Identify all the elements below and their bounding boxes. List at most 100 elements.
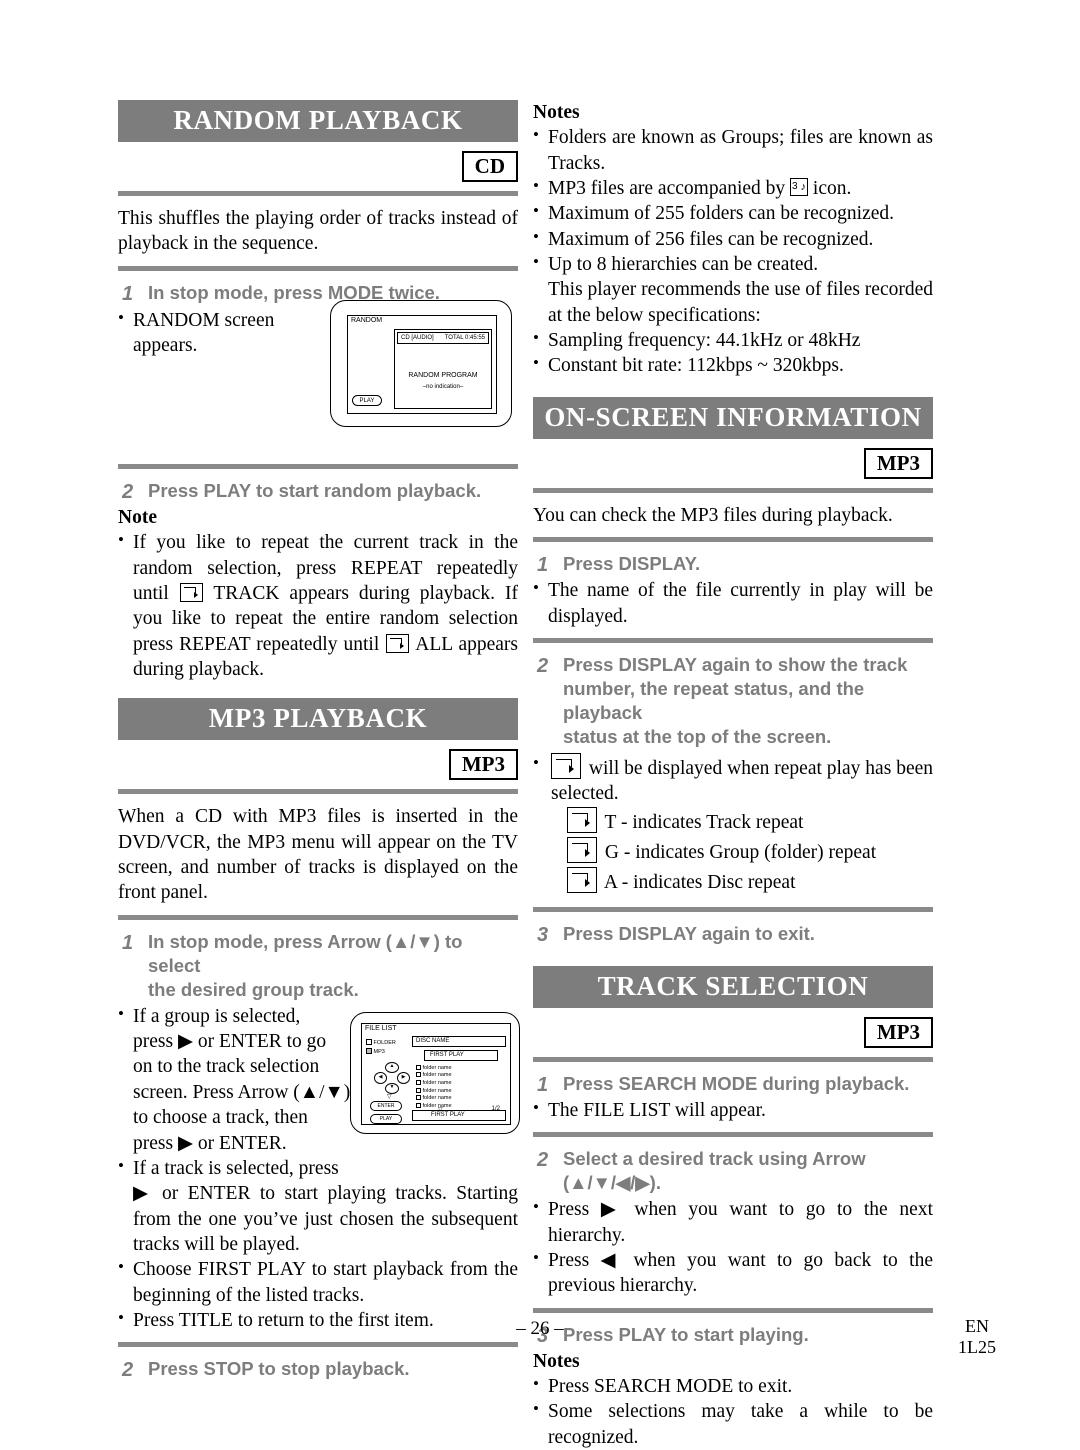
mp3-notes-heading: Notes [533,102,580,123]
random-screen-display: CD [AUDIO] TOTAL 0:45:55 RANDOM PROGRAM … [394,328,492,409]
repeat-group-line: G - indicates Group (folder) repeat [567,837,933,867]
list-item: If a track is selected, press ▶ or ENTER… [118,1155,518,1257]
list-item: The name of the file currently in play w… [533,577,933,629]
step-text-line2: (▲/▼/◀/▶). [563,1172,661,1194]
random-program-label: RANDOM PROGRAM [408,371,478,379]
osi-step1-bullets: The name of the file currently in play w… [533,577,933,629]
step-mp3-2: 2 Press STOP to stop playback. [118,1357,518,1381]
divider [118,265,518,271]
first-play-bar-top: FIRST PLAY [424,1049,498,1061]
divider [118,914,518,920]
random-screen-total-time: TOTAL 0:45:55 [444,334,485,341]
page-number: – 26 – [516,1318,564,1339]
list-item: folder name [416,1079,452,1087]
list-item-cont: appears. [133,335,198,357]
random-screen-frame: RANDOM CD [AUDIO] TOTAL 0:45:55 RANDOM P… [347,314,497,414]
list-item: Up to 8 hierarchies can be created. This… [533,251,933,328]
step-text-line1: Press DISPLAY again to show the track [563,653,908,675]
step-number: 3 [537,923,549,946]
file-list-enter-button: ENTER [370,1100,402,1111]
list-item: If a group is selected, press ▶ or ENTER… [118,1003,351,1156]
divider [533,1132,933,1138]
repeat-disc-icon [567,867,597,894]
list-item: Press SEARCH MODE to exit. [533,1373,933,1399]
list-item: Choose FIRST PLAY to start playback from… [118,1256,518,1308]
manual-page: RANDOM PLAYBACK CD This shuffles the pla… [0,0,1080,1448]
mp3-notes-list: Folders are known as Groups; files are k… [533,124,933,378]
list-item: Press ▶ when you want to go to the next … [533,1196,933,1248]
disc-type-badge-mp3: MP3 [863,447,933,479]
step-osi-1: 1 Press DISPLAY. [533,552,933,576]
ts-step2-bullets: Press ▶ when you want to go to the next … [533,1196,933,1299]
list-item: folder name [416,1064,452,1072]
section-header-on-screen-information: ON-SCREEN INFORMATION [533,396,933,439]
list-item: will be displayed when repeat play has b… [533,752,933,807]
step-ts-2: 2 Select a desired track using Arrow (▲/… [533,1147,933,1195]
random-note-list: If you like to repeat the current track … [118,529,518,682]
divider [118,1342,518,1348]
divider [533,487,933,493]
step-text-line2: number, the repeat status, and the playb… [563,677,865,723]
left-column: RANDOM PLAYBACK CD This shuffles the pla… [118,100,520,1383]
step-text-line1: In stop mode, press Arrow (▲/▼) to selec… [148,930,463,976]
random-screen-title: RANDOM [351,316,383,324]
divider [533,1056,933,1062]
disc-name-label: DISC NAME [416,1037,450,1044]
first-play-bar-bottom: FIRST PLAY [412,1109,506,1121]
step-text: Press PLAY to start random playback. [148,479,482,501]
repeat-track-icon [567,806,597,833]
step-ts-1: 1 Press SEARCH MODE during playback. [533,1072,933,1096]
badge-row-mp3-osi: MP3 [533,447,933,479]
section-header-mp3-playback: MP3 PLAYBACK [118,698,518,741]
random-screen-bullets: RANDOM screen appears. [118,307,308,359]
divider [533,537,933,543]
section-header-track-selection: TRACK SELECTION [533,965,933,1008]
badge-row-mp3-ts: MP3 [533,1016,933,1048]
repeat-icon [551,753,581,780]
step-text: Press SEARCH MODE during playback. [563,1072,910,1094]
list-item: Folders are known as Groups; files are k… [533,124,933,176]
badge-row-cd: CD [118,151,518,183]
list-item: If you like to repeat the current track … [118,529,518,682]
language-code: EN [965,1316,989,1336]
mp3-file-icon: 3 ♪ [790,178,809,197]
note-heading: Note [118,506,157,528]
disc-type-badge-cd: CD [461,151,518,183]
on-screen-information-intro: You can check the MP3 files during playb… [533,504,893,526]
random-no-indication: –no indication– [422,383,464,390]
step-text-line2: the desired group track. [148,978,359,1000]
file-list-figure: FILE LIST FOLDER MP3 ▲ ▼ ◀ ▶ ▽ ENTER PLA… [350,1011,520,1134]
random-screen-source: CD [AUDIO] [401,334,434,341]
ts-notes-heading: Notes [533,1350,580,1372]
list-item: RANDOM screen [118,307,308,333]
step-number: 2 [122,1359,134,1382]
divider [118,191,518,197]
file-list-play-button: PLAY [370,1113,402,1124]
file-list-title: FILE LIST [365,1024,397,1032]
repeat-disc-line: A - indicates Disc repeat [567,867,933,897]
step-number: 2 [537,1149,549,1172]
step-random-2: 2 Press PLAY to start random playback. [118,479,518,503]
list-item: Press ◀ when you want to go back to the … [533,1247,933,1299]
disc-type-badge-mp3: MP3 [448,749,518,781]
document-code-block: EN 1L25 [958,1316,996,1357]
step-number: 2 [537,654,549,677]
list-item: Maximum of 255 folders can be recognized… [533,200,933,226]
divider [533,1307,933,1313]
dpad-down-arrow: ▽ [387,1093,392,1100]
step-text: Press DISPLAY again to exit. [563,922,815,944]
badge-row-mp3: MP3 [118,749,518,781]
list-item: folder name [416,1071,452,1079]
step-text-line1: Select a desired track using Arrow [563,1148,866,1170]
step-number: 1 [122,282,134,305]
list-item: folder name [416,1102,452,1110]
step-text: Press STOP to stop playback. [148,1358,410,1380]
ts-notes-list: Press SEARCH MODE to exit. Some selectio… [533,1373,933,1450]
random-screen-play-button: PLAY [352,394,382,406]
divider [533,906,933,912]
legend-folder: FOLDER [366,1038,396,1046]
repeat-icon [386,633,410,653]
list-item: MP3 files are accompanied by 3♪ icon. [533,175,933,201]
section-header-random-playback: RANDOM PLAYBACK [118,100,518,142]
divider [533,637,933,643]
